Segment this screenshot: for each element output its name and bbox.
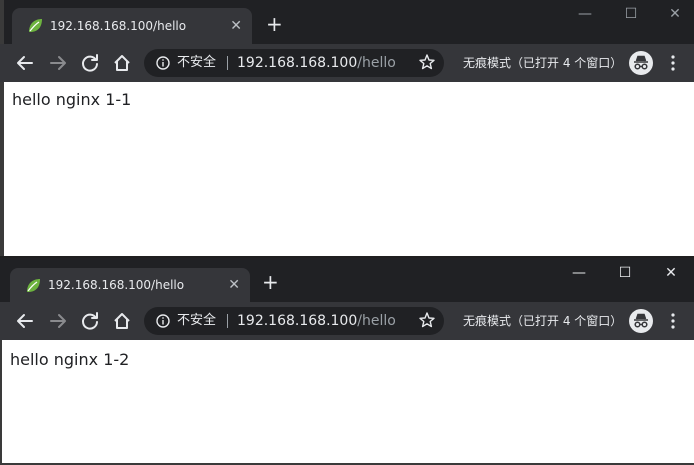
browser-tab[interactable]: 192.168.168.100/hello ✕: [12, 8, 252, 44]
address-bar[interactable]: 不安全 192.168.168.100/hello: [144, 49, 444, 77]
spring-leaf-favicon-icon: [29, 19, 42, 32]
forward-arrow-icon[interactable]: [47, 52, 69, 74]
title-bar: 192.168.168.100/hello ✕ + — ☐ ✕: [0, 0, 694, 44]
tab-title: 192.168.168.100/hello: [50, 19, 187, 33]
url-text[interactable]: 192.168.168.100/hello: [237, 49, 396, 77]
url-host: 192.168.168.100: [237, 313, 358, 329]
browser-tab[interactable]: 192.168.168.100/hello ✕: [10, 268, 250, 302]
reload-icon[interactable]: [79, 52, 101, 74]
close-window-button[interactable]: ✕: [648, 258, 694, 288]
incognito-label: 无痕模式（已打开 4 个窗口）: [463, 56, 623, 70]
star-icon[interactable]: [418, 53, 436, 71]
spring-leaf-favicon-icon: [27, 279, 40, 292]
tab-close-icon[interactable]: ✕: [228, 268, 240, 302]
tab-close-icon[interactable]: ✕: [230, 8, 242, 44]
page-body-text: hello nginx 1-1: [12, 90, 132, 109]
address-bar[interactable]: 不安全 192.168.168.100/hello: [144, 307, 444, 335]
forward-arrow-icon[interactable]: [47, 310, 69, 332]
omnibox-divider: [227, 56, 228, 70]
toolbar: 不安全 192.168.168.100/hello 无痕模式（已打开 4 个窗口…: [0, 44, 694, 82]
back-arrow-icon[interactable]: [14, 310, 36, 332]
page-content: hello nginx 1-1: [0, 82, 694, 256]
kebab-menu-icon[interactable]: [664, 54, 682, 72]
new-tab-button[interactable]: +: [266, 14, 283, 34]
incognito-label: 无痕模式（已打开 4 个窗口）: [463, 314, 623, 328]
home-icon[interactable]: [111, 52, 133, 74]
incognito-icon[interactable]: [628, 308, 654, 334]
browser-window-2: 192.168.168.100/hello ✕ + — ☐ ✕ 不安全 192.…: [0, 258, 694, 465]
back-arrow-icon[interactable]: [14, 52, 36, 74]
new-tab-button[interactable]: +: [262, 272, 279, 292]
home-icon[interactable]: [111, 310, 133, 332]
toolbar: 不安全 192.168.168.100/hello 无痕模式（已打开 4 个窗口…: [0, 302, 694, 340]
page-content: hello nginx 1-2: [0, 340, 694, 465]
url-text[interactable]: 192.168.168.100/hello: [237, 307, 396, 335]
reload-icon[interactable]: [79, 310, 101, 332]
security-status-label[interactable]: 不安全: [177, 307, 216, 335]
url-path: /hello: [357, 55, 396, 71]
maximize-button[interactable]: ☐: [608, 0, 654, 28]
incognito-icon[interactable]: [628, 50, 654, 76]
title-bar: 192.168.168.100/hello ✕ + — ☐ ✕: [0, 258, 694, 302]
minimize-button[interactable]: —: [556, 258, 602, 288]
url-path: /hello: [357, 313, 396, 329]
tab-title: 192.168.168.100/hello: [48, 278, 185, 292]
info-icon[interactable]: [156, 314, 170, 328]
page-body-text: hello nginx 1-2: [10, 350, 130, 369]
browser-window-1: 192.168.168.100/hello ✕ + — ☐ ✕ 不安全 192.…: [0, 0, 694, 256]
url-host: 192.168.168.100: [237, 55, 358, 71]
minimize-button[interactable]: —: [562, 0, 608, 28]
security-status-label[interactable]: 不安全: [177, 49, 216, 77]
close-window-button[interactable]: ✕: [652, 0, 694, 28]
maximize-button[interactable]: ☐: [602, 258, 648, 288]
star-icon[interactable]: [418, 311, 436, 329]
kebab-menu-icon[interactable]: [664, 312, 682, 330]
omnibox-divider: [227, 314, 228, 328]
info-icon[interactable]: [156, 56, 170, 70]
